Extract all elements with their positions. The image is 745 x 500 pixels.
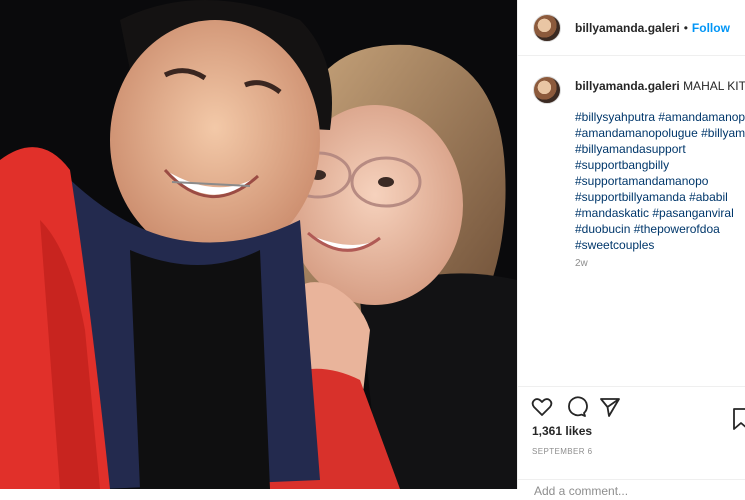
hashtag-list: #billysyahputra #amandamanop #amandamano… (575, 109, 745, 253)
hashtag-line[interactable]: #supportbangbilly (575, 157, 745, 173)
hashtag-line[interactable]: #mandaskatic #pasanganviral (575, 205, 745, 221)
like-count[interactable]: 1,361 likes (532, 424, 592, 438)
post-actions: 1,361 likes SEPTEMBER 6 (518, 386, 745, 499)
post-header: billyamanda.galeri • Follow (518, 0, 745, 56)
heart-icon[interactable] (530, 395, 554, 419)
caption-username[interactable]: billyamanda.galeri (575, 79, 680, 93)
hashtag-line[interactable]: #sweetcouples (575, 237, 745, 253)
caption-area: billyamanda.galeri MAHAL KITA #billysyah… (518, 56, 745, 386)
hashtag-line[interactable]: #supportamandamanopo (575, 173, 745, 189)
caption-text: MAHAL KITA (683, 79, 745, 93)
caption-timestamp[interactable]: 2w (575, 258, 588, 269)
follow-button[interactable]: Follow (692, 21, 730, 35)
share-icon[interactable] (598, 395, 622, 419)
caption-row: billyamanda.galeri MAHAL KITA (533, 76, 745, 104)
hashtag-line[interactable]: #billysyahputra #amandamanop (575, 109, 745, 125)
caption-head: billyamanda.galeri MAHAL KITA (575, 78, 745, 104)
action-icons (530, 395, 622, 419)
author-avatar[interactable] (533, 13, 561, 42)
hashtag-line[interactable]: #supportbillyamanda #ababil (575, 189, 745, 205)
post-side-panel: billyamanda.galeri • Follow billyamanda.… (517, 0, 745, 499)
comment-icon[interactable] (564, 395, 588, 419)
hashtag-line[interactable]: #billyamandasupport (575, 141, 745, 157)
selfie-image (0, 0, 517, 489)
post-date[interactable]: SEPTEMBER 6 (532, 447, 592, 456)
bookmark-icon[interactable] (731, 407, 745, 431)
hashtag-line[interactable]: #amandamanopolugue #billyam (575, 125, 745, 141)
add-comment-input[interactable] (532, 483, 726, 499)
author-username[interactable]: billyamanda.galeri (575, 21, 680, 35)
header-separator: • (683, 20, 688, 35)
add-comment-bar (518, 479, 745, 500)
hashtag-line[interactable]: #duobucin #thepowerofdoa (575, 221, 745, 237)
post-photo[interactable] (0, 0, 517, 489)
caption-avatar[interactable] (533, 76, 561, 104)
